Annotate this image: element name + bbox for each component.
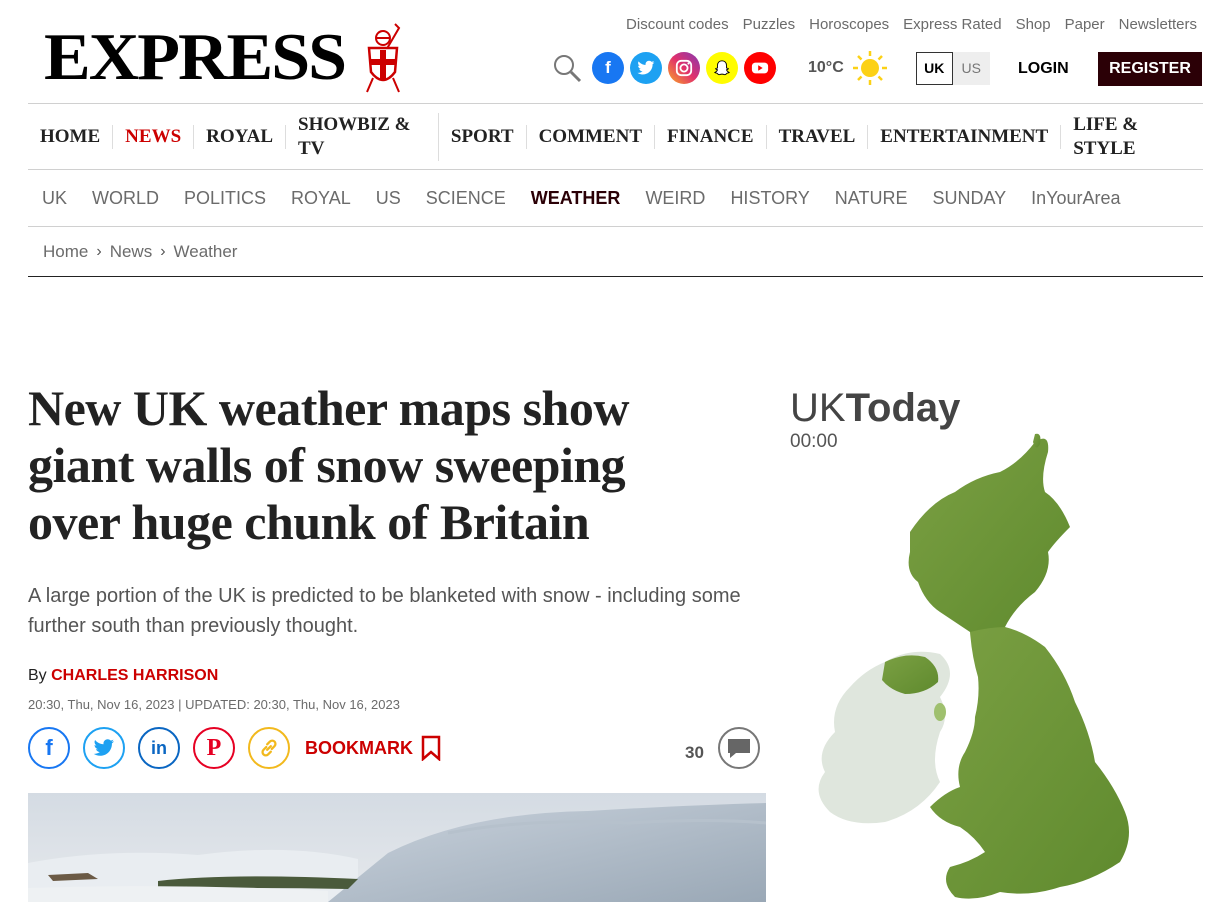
article-standfirst: A large portion of the UK is predicted t…	[28, 585, 741, 637]
breadcrumb: Home › News › Weather	[28, 227, 1203, 277]
bookmark-label: BOOKMARK	[305, 737, 413, 758]
subnav-us[interactable]: US	[376, 188, 401, 209]
register-button[interactable]: REGISTER	[1098, 52, 1202, 86]
nav-showbiz-tv[interactable]: SHOWBIZ & TV	[286, 112, 439, 161]
top-link-puzzles[interactable]: Puzzles	[743, 16, 796, 33]
facebook-icon[interactable]: f	[592, 52, 624, 84]
subnav-weird[interactable]: WEIRD	[645, 188, 705, 209]
nav-comment[interactable]: COMMENT	[527, 124, 655, 149]
weather-title-main: Today	[845, 386, 961, 430]
nav-royal[interactable]: ROYAL	[194, 124, 287, 149]
twitter-icon[interactable]	[630, 52, 662, 84]
nav-entertainment[interactable]: ENTERTAINMENT	[868, 124, 1062, 149]
temperature-readout: 10°C	[808, 59, 844, 76]
top-link-express-rated[interactable]: Express Rated	[903, 16, 1001, 33]
subnav-royal[interactable]: ROYAL	[291, 188, 351, 209]
article-hero-image[interactable]	[28, 793, 766, 902]
login-button[interactable]: LOGIN	[1018, 60, 1069, 78]
bookmark-icon	[421, 735, 441, 761]
byline: By CHARLES HARRISON	[28, 667, 218, 685]
edition-us-button[interactable]: US	[952, 51, 990, 85]
nav-travel[interactable]: TRAVEL	[767, 124, 869, 149]
crusader-knight-icon	[366, 23, 401, 93]
edition-switcher: UK US	[915, 51, 990, 85]
breadcrumb-news[interactable]: News	[110, 242, 153, 262]
top-link-shop[interactable]: Shop	[1016, 16, 1051, 33]
bookmark-button[interactable]: BOOKMARK	[305, 735, 441, 761]
snowy-hills-image	[28, 793, 766, 902]
breadcrumb-home[interactable]: Home	[43, 242, 88, 262]
sub-nav: UK WORLD POLITICS ROYAL US SCIENCE WEATH…	[28, 170, 1203, 227]
breadcrumb-weather[interactable]: Weather	[174, 242, 238, 262]
share-facebook-icon[interactable]: f	[28, 727, 70, 769]
uk-weather-widget[interactable]: UKToday 00:00	[790, 386, 1200, 902]
subnav-world[interactable]: WORLD	[92, 188, 159, 209]
comments-link[interactable]: 30	[685, 727, 760, 769]
search-icon[interactable]	[552, 53, 582, 83]
comment-bubble-icon[interactable]	[717, 727, 760, 769]
comment-count: 30	[685, 743, 704, 762]
nav-life-style[interactable]: LIFE & STYLE	[1061, 113, 1203, 161]
subnav-politics[interactable]: POLITICS	[184, 188, 266, 209]
nav-finance[interactable]: FINANCE	[655, 124, 767, 149]
instagram-icon[interactable]	[668, 52, 700, 84]
uk-map-image	[818, 433, 1129, 899]
chevron-right-icon: ›	[160, 242, 166, 260]
snapchat-icon[interactable]	[706, 52, 738, 84]
top-link-horoscopes[interactable]: Horoscopes	[809, 16, 889, 33]
article-dates: 20:30, Thu, Nov 16, 2023 | UPDATED: 20:3…	[28, 697, 400, 712]
subnav-nature[interactable]: NATURE	[835, 188, 908, 209]
subnav-inyourarea[interactable]: InYourArea	[1031, 188, 1120, 209]
subnav-sunday[interactable]: SUNDAY	[932, 188, 1006, 209]
express-logo[interactable]: EXPRESS	[44, 22, 411, 94]
edition-uk-button[interactable]: UK	[915, 51, 953, 85]
share-twitter-icon[interactable]	[83, 727, 125, 769]
byline-prefix: By	[28, 667, 47, 684]
chevron-right-icon: ›	[96, 242, 102, 260]
article-headline: New UK weather maps show giant walls of …	[28, 380, 629, 550]
subnav-weather[interactable]: WEATHER	[531, 188, 621, 209]
youtube-icon[interactable]	[744, 52, 776, 84]
top-link-discount-codes[interactable]: Discount codes	[626, 16, 729, 33]
nav-sport[interactable]: SPORT	[439, 124, 527, 149]
share-bar: f in P BOOKMARK	[28, 727, 441, 769]
subnav-history[interactable]: HISTORY	[730, 188, 809, 209]
nav-news[interactable]: NEWS	[113, 124, 195, 149]
nav-home[interactable]: HOME	[28, 124, 114, 149]
top-links: Discount codes Puzzles Horoscopes Expres…	[626, 16, 1197, 33]
weather-title-prefix: UK	[790, 386, 846, 430]
weather-widget-title: UKToday	[790, 386, 1200, 431]
logo-text: EXPRESS	[44, 20, 347, 95]
share-linkedin-icon[interactable]: in	[138, 727, 180, 769]
header-icon-row: f 10°C UK US	[552, 50, 990, 86]
top-link-paper[interactable]: Paper	[1065, 16, 1105, 33]
main-nav: HOME NEWS ROYAL SHOWBIZ & TV SPORT COMME…	[28, 104, 1203, 170]
author-link[interactable]: CHARLES HARRISON	[51, 667, 218, 684]
subnav-uk[interactable]: UK	[42, 188, 67, 209]
share-pinterest-icon[interactable]: P	[193, 727, 235, 769]
top-link-newsletters[interactable]: Newsletters	[1119, 16, 1197, 33]
masthead: EXPRESS Discount codes Puzzles Horoscope…	[28, 0, 1203, 104]
sun-icon	[852, 51, 887, 85]
share-link-icon[interactable]	[248, 727, 290, 769]
subnav-science[interactable]: SCIENCE	[426, 188, 506, 209]
